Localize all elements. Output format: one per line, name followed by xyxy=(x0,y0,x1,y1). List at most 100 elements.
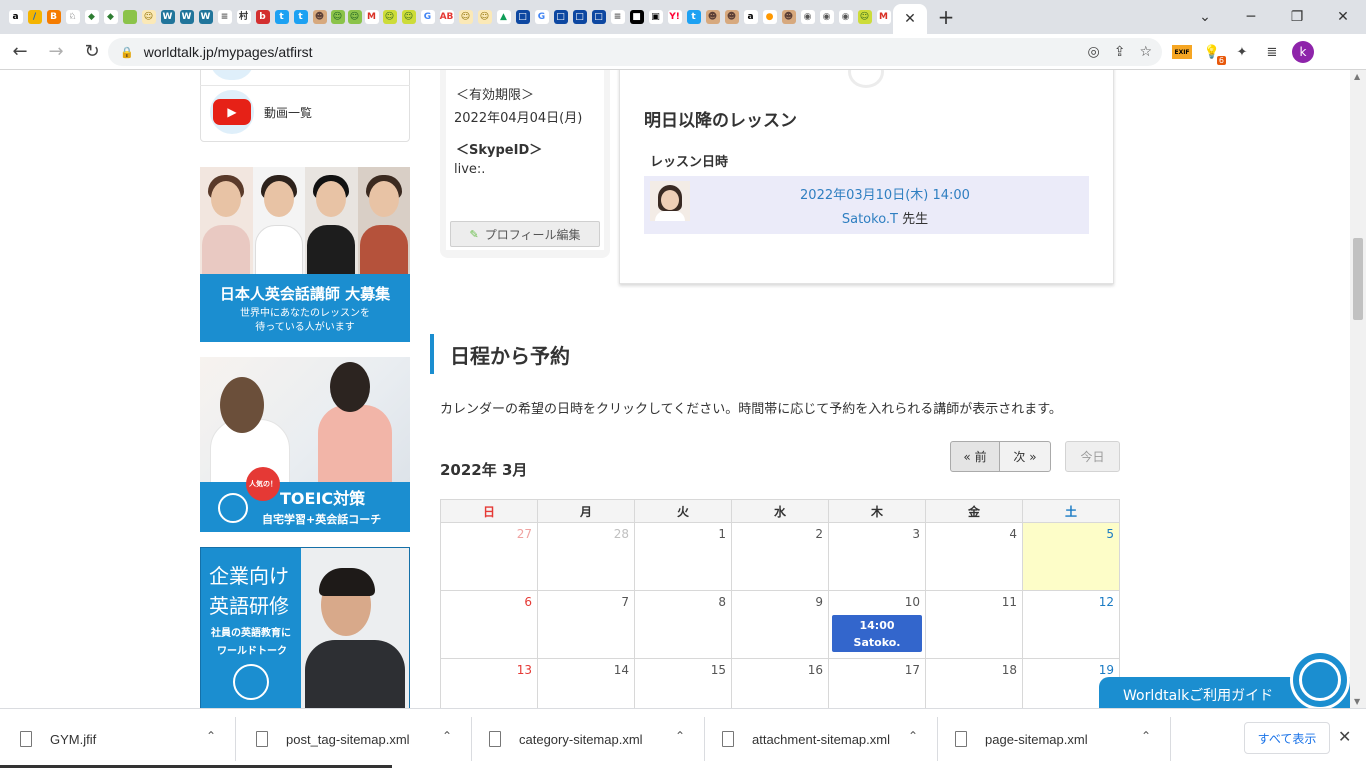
browser-tab[interactable]: ☺ xyxy=(475,0,494,34)
browser-tab[interactable]: M xyxy=(874,0,893,34)
calendar-event[interactable]: 14:00 Satoko. xyxy=(832,615,922,652)
browser-tab[interactable]: ☻ xyxy=(779,0,798,34)
chevron-up-icon[interactable]: ⌃ xyxy=(908,729,918,743)
lock-icon[interactable]: 🔒 xyxy=(120,46,134,59)
calendar-day-cell[interactable]: 16 xyxy=(731,658,829,708)
lesson-datetime[interactable]: 2022年03月10日(木) 14:00 xyxy=(700,184,1070,203)
profile-avatar[interactable]: k xyxy=(1292,41,1314,63)
browser-tab[interactable]: t xyxy=(272,0,291,34)
reload-icon[interactable]: ↻ xyxy=(76,36,108,68)
download-item[interactable]: GYM.jfif ⌃ xyxy=(0,709,233,768)
browser-tab[interactable]: AB xyxy=(437,0,456,34)
calendar-day-cell[interactable]: 17 xyxy=(828,658,926,708)
browser-tab[interactable]: ☺ xyxy=(380,0,399,34)
browser-tab[interactable]: Y! xyxy=(665,0,684,34)
bulb-extension-icon[interactable]: 💡 6 xyxy=(1202,42,1226,65)
browser-tab[interactable]: □ xyxy=(551,0,570,34)
scroll-up-icon[interactable]: ▲ xyxy=(1354,72,1360,81)
browser-tab[interactable]: ◉ xyxy=(798,0,817,34)
share-icon[interactable]: ⇪ xyxy=(1114,44,1126,60)
browser-tab[interactable]: / xyxy=(25,0,44,34)
teacher-name-link[interactable]: Satoko.T xyxy=(842,212,898,227)
edit-profile-button[interactable]: ✎ プロフィール編集 xyxy=(450,221,600,247)
forward-icon[interactable]: → xyxy=(40,36,72,68)
browser-tab[interactable]: ♘ xyxy=(63,0,82,34)
back-icon[interactable]: ← xyxy=(4,36,36,68)
corporate-banner[interactable]: 企業向け 英語研修 社員の英語教育に ワールドトーク xyxy=(200,547,410,708)
browser-tab[interactable]: M xyxy=(363,0,380,34)
download-item[interactable]: page-sitemap.xml ⌃ xyxy=(935,709,1168,768)
toeic-banner[interactable]: 人気の！ TOEIC対策 自宅学習+英会話コーチ xyxy=(200,357,410,532)
calendar-day-cell[interactable]: 14 xyxy=(537,658,635,708)
browser-tab[interactable]: ☺ xyxy=(855,0,874,34)
recruit-banner[interactable]: 日本人英会話講師 大募集 世界中にあなたのレッスンを 待っている人がいます xyxy=(200,167,410,342)
browser-tab[interactable]: W xyxy=(177,0,196,34)
browser-tab[interactable]: W xyxy=(158,0,177,34)
calendar-day-cell[interactable]: 27 xyxy=(440,522,538,591)
chevron-up-icon[interactable]: ⌃ xyxy=(675,729,685,743)
minimize-icon[interactable]: ─ xyxy=(1228,0,1274,34)
calendar-day-cell[interactable]: 6 xyxy=(440,590,538,659)
calendar-day-cell[interactable]: 13 xyxy=(440,658,538,708)
browser-tab[interactable]: 村 xyxy=(234,0,253,34)
browser-tab[interactable]: ☺ xyxy=(456,0,475,34)
browser-tab[interactable]: ■ xyxy=(120,0,139,34)
download-item[interactable]: attachment-sitemap.xml ⌃ xyxy=(702,709,935,768)
browser-tab[interactable]: ☻ xyxy=(310,0,329,34)
calendar-day-cell[interactable]: 2 xyxy=(731,522,829,591)
browser-tab[interactable]: ☺ xyxy=(399,0,418,34)
browser-tab[interactable]: a xyxy=(741,0,760,34)
calendar-day-cell[interactable]: 5 xyxy=(1022,522,1120,591)
media-control-icon[interactable]: ≣ xyxy=(1262,42,1282,62)
browser-tab[interactable]: ☺ xyxy=(139,0,158,34)
browser-tab[interactable]: ☻ xyxy=(703,0,722,34)
browser-tab[interactable]: ☺ xyxy=(329,0,346,34)
address-bar[interactable]: 🔒 worldtalk.jp/mypages/atfirst ◎ ⇪ ☆ xyxy=(108,38,1162,66)
browser-tab[interactable]: G xyxy=(418,0,437,34)
url-text[interactable]: worldtalk.jp/mypages/atfirst xyxy=(144,44,313,60)
exif-extension-icon[interactable]: EXIF xyxy=(1172,42,1192,62)
calendar-day-cell[interactable]: 28 xyxy=(537,522,635,591)
active-tab-close-icon[interactable]: ✕ xyxy=(893,4,927,34)
window-close-icon[interactable]: ✕ xyxy=(1320,0,1366,34)
browser-tab[interactable]: ≡ xyxy=(215,0,234,34)
bookmark-star-icon[interactable]: ☆ xyxy=(1139,44,1152,60)
browser-tab[interactable]: ■ xyxy=(627,0,646,34)
chevron-up-icon[interactable]: ⌃ xyxy=(1141,729,1151,743)
prev-month-button[interactable]: « 前 xyxy=(950,441,1000,472)
browser-tab[interactable]: □ xyxy=(570,0,589,34)
browser-tab[interactable]: b xyxy=(253,0,272,34)
calendar-day-cell[interactable]: 12 xyxy=(1022,590,1120,659)
calendar-day-cell[interactable]: 10 14:00 Satoko. xyxy=(828,590,926,659)
calendar-day-cell[interactable]: 1 xyxy=(634,522,732,591)
download-item[interactable]: post_tag-sitemap.xml ⌃ xyxy=(236,709,469,768)
browser-tab[interactable]: ▲ xyxy=(494,0,513,34)
browser-tab[interactable]: ◆ xyxy=(82,0,101,34)
tab-search-icon[interactable]: ⌄ xyxy=(1182,0,1228,34)
browser-tab[interactable]: W xyxy=(196,0,215,34)
scrollbar-thumb[interactable] xyxy=(1353,238,1363,320)
scroll-down-icon[interactable]: ▼ xyxy=(1354,697,1360,706)
browser-tab[interactable]: ● xyxy=(760,0,779,34)
calendar-day-cell[interactable]: 18 xyxy=(925,658,1023,708)
browser-tab[interactable]: ☺ xyxy=(346,0,363,34)
show-all-downloads-button[interactable]: すべて表示 xyxy=(1244,722,1330,754)
calendar-day-cell[interactable]: 7 xyxy=(537,590,635,659)
maximize-icon[interactable]: ❐ xyxy=(1274,0,1320,34)
calendar-day-cell[interactable]: 9 xyxy=(731,590,829,659)
teacher-avatar[interactable] xyxy=(650,181,690,221)
calendar-day-cell[interactable]: 8 xyxy=(634,590,732,659)
puzzle-icon[interactable]: ✦ xyxy=(1232,42,1252,62)
calendar-day-cell[interactable]: 4 xyxy=(925,522,1023,591)
page-scrollbar[interactable]: ▲ ▼ xyxy=(1350,70,1366,708)
chevron-up-icon[interactable]: ⌃ xyxy=(442,729,452,743)
globe-icon[interactable] xyxy=(1290,650,1350,708)
browser-tab[interactable]: ≡ xyxy=(608,0,627,34)
new-tab-icon[interactable]: + xyxy=(931,2,961,32)
close-icon[interactable]: ✕ xyxy=(1338,727,1351,746)
browser-tab[interactable]: a xyxy=(6,0,25,34)
calendar-day-cell[interactable]: 15 xyxy=(634,658,732,708)
chevron-up-icon[interactable]: ⌃ xyxy=(206,729,216,743)
download-item[interactable]: category-sitemap.xml ⌃ xyxy=(469,709,702,768)
browser-tab[interactable]: ◉ xyxy=(836,0,855,34)
